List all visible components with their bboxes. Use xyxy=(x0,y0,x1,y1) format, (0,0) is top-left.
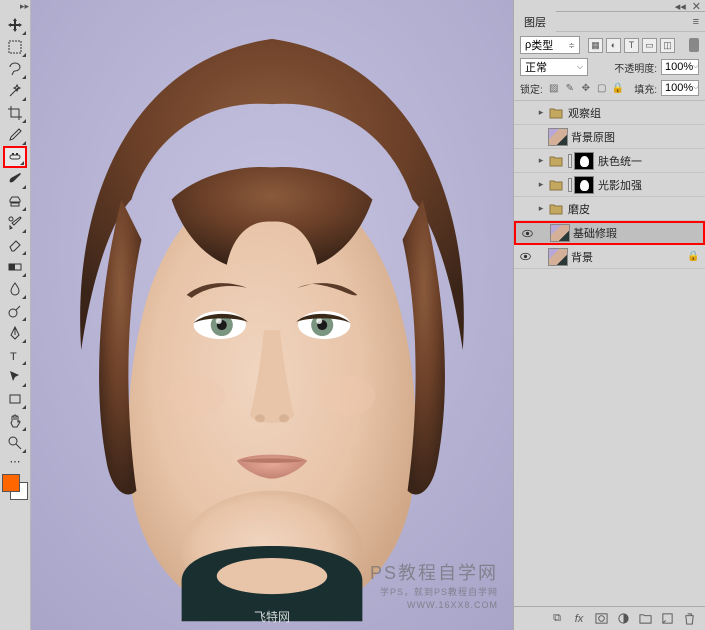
toolbar: ▸▸ T ⋯ xyxy=(0,0,31,630)
svg-text:T: T xyxy=(10,351,17,363)
layer-name[interactable]: 光影加强 xyxy=(598,177,703,193)
layer-kind-filter[interactable]: ρ 类型≑ xyxy=(520,36,580,54)
type-tool[interactable]: T xyxy=(3,344,27,366)
eraser-tool[interactable] xyxy=(3,234,27,256)
delete-layer-icon[interactable] xyxy=(681,611,697,627)
filter-adjust-icon[interactable]: ◐ xyxy=(606,38,621,53)
layer-list: ▸ 观察组 背景原图 ▸ 肤色统一 xyxy=(514,101,705,606)
expand-icon[interactable]: ▸ xyxy=(534,203,548,214)
layers-tab[interactable]: 图层 xyxy=(514,11,556,33)
layer-row-group[interactable]: ▸ 肤色统一 xyxy=(514,149,705,173)
layer-thumbnail[interactable] xyxy=(550,224,570,242)
layer-name[interactable]: 基础修瑕 xyxy=(573,225,701,241)
filter-toggle[interactable] xyxy=(689,38,699,52)
folder-icon xyxy=(548,202,564,216)
filter-smart-icon[interactable]: ◫ xyxy=(660,38,675,53)
lock-label: 锁定: xyxy=(520,81,543,96)
expand-icon[interactable]: ▸ xyxy=(534,107,548,118)
blend-mode-select[interactable]: 正常⌵ xyxy=(520,58,588,76)
link-icon xyxy=(568,178,572,192)
expand-icon[interactable]: ▸ xyxy=(534,155,548,166)
visibility-toggle[interactable] xyxy=(516,248,534,266)
pen-tool[interactable] xyxy=(3,322,27,344)
blur-tool[interactable] xyxy=(3,278,27,300)
layer-thumbnail[interactable] xyxy=(548,248,568,266)
opacity-label: 不透明度: xyxy=(614,60,657,75)
fill-label: 填充: xyxy=(634,81,657,96)
lock-all-icon[interactable]: 🔒 xyxy=(611,81,625,95)
visibility-toggle[interactable] xyxy=(516,152,534,170)
filter-pixel-icon[interactable]: ▦ xyxy=(588,38,603,53)
layer-row-group[interactable]: ▸ 光影加强 xyxy=(514,173,705,197)
layer-row[interactable]: 背景原图 xyxy=(514,125,705,149)
visibility-toggle[interactable] xyxy=(518,224,536,242)
dodge-tool[interactable] xyxy=(3,300,27,322)
new-layer-icon[interactable] xyxy=(659,611,675,627)
adjustment-layer-icon[interactable] xyxy=(615,611,631,627)
layer-mask-thumbnail[interactable] xyxy=(574,176,594,194)
gradient-tool[interactable] xyxy=(3,256,27,278)
folder-icon xyxy=(548,178,564,192)
lock-artboard-icon[interactable]: ▢ xyxy=(595,81,609,95)
layer-style-icon[interactable]: fx xyxy=(571,611,587,627)
panel-collapse-icon[interactable]: ◂◂ xyxy=(675,0,686,11)
foreground-color-swatch[interactable] xyxy=(2,474,20,492)
lock-indicator-icon: 🔒 xyxy=(687,251,699,262)
watermark-right: PS教程自学网 学PS，就到PS教程自学网 WWW.16XX8.COM xyxy=(370,559,498,610)
eyedropper-tool[interactable] xyxy=(3,124,27,146)
filter-shape-icon[interactable]: ▭ xyxy=(642,38,657,53)
rectangle-tool[interactable] xyxy=(3,388,27,410)
visibility-toggle[interactable] xyxy=(516,176,534,194)
layers-footer: ⧉ fx xyxy=(514,606,705,630)
layer-name[interactable]: 背景 xyxy=(571,249,687,265)
marquee-tool[interactable] xyxy=(3,36,27,58)
visibility-toggle[interactable] xyxy=(516,128,534,146)
watermark-center: 飞特网 xyxy=(254,608,290,625)
path-select-tool[interactable] xyxy=(3,366,27,388)
layer-name[interactable]: 磨皮 xyxy=(568,201,703,217)
magic-wand-tool[interactable] xyxy=(3,80,27,102)
layer-row-group[interactable]: ▸ 观察组 xyxy=(514,101,705,125)
filter-type-icon[interactable]: T xyxy=(624,38,639,53)
expand-icon[interactable]: ▸ xyxy=(534,179,548,190)
panel-close-icon[interactable]: ✕ xyxy=(692,0,701,11)
panels-area: ◂◂ ✕ 图层 ≡ ρ 类型≑ ▦ ◐ T ▭ ◫ xyxy=(513,0,705,630)
fill-input[interactable]: 100%⌵ xyxy=(661,80,699,96)
visibility-toggle[interactable] xyxy=(516,104,534,122)
layer-name[interactable]: 观察组 xyxy=(568,105,703,121)
lasso-tool[interactable] xyxy=(3,58,27,80)
move-tool[interactable] xyxy=(3,14,27,36)
crop-tool[interactable] xyxy=(3,102,27,124)
folder-icon xyxy=(548,106,564,120)
layer-mask-thumbnail[interactable] xyxy=(574,152,594,170)
layer-mask-icon[interactable] xyxy=(593,611,609,627)
history-brush-tool[interactable] xyxy=(3,212,27,234)
spot-heal-tool[interactable] xyxy=(3,146,27,168)
toolbar-collapse-icon[interactable]: ▸▸ xyxy=(21,2,29,10)
canvas[interactable]: 飞特网 PS教程自学网 学PS，就到PS教程自学网 WWW.16XX8.COM xyxy=(31,0,513,630)
edit-toolbar[interactable]: ⋯ xyxy=(3,454,27,468)
brush-tool[interactable] xyxy=(3,168,27,190)
zoom-tool[interactable] xyxy=(3,432,27,454)
panel-menu-icon[interactable]: ≡ xyxy=(693,16,705,28)
layer-row-group[interactable]: ▸ 磨皮 xyxy=(514,197,705,221)
folder-icon xyxy=(548,154,564,168)
opacity-input[interactable]: 100%⌵ xyxy=(661,59,699,75)
lock-transparency-icon[interactable]: ▨ xyxy=(547,81,561,95)
lock-pixels-icon[interactable]: ✎ xyxy=(563,81,577,95)
link-layers-icon[interactable]: ⧉ xyxy=(549,611,565,627)
lock-position-icon[interactable]: ✥ xyxy=(579,81,593,95)
link-icon xyxy=(568,154,572,168)
layer-row-selected[interactable]: 基础修瑕 xyxy=(514,221,705,245)
layer-thumbnail[interactable] xyxy=(548,128,568,146)
layer-row[interactable]: 背景 🔒 xyxy=(514,245,705,269)
layer-name[interactable]: 背景原图 xyxy=(571,129,703,145)
new-group-icon[interactable] xyxy=(637,611,653,627)
hand-tool[interactable] xyxy=(3,410,27,432)
layers-panel: 图层 ≡ ρ 类型≑ ▦ ◐ T ▭ ◫ 正常⌵ 不透明 xyxy=(514,11,705,630)
clone-stamp-tool[interactable] xyxy=(3,190,27,212)
layer-name[interactable]: 肤色统一 xyxy=(598,153,703,169)
visibility-toggle[interactable] xyxy=(516,200,534,218)
color-swatches[interactable] xyxy=(2,474,28,500)
